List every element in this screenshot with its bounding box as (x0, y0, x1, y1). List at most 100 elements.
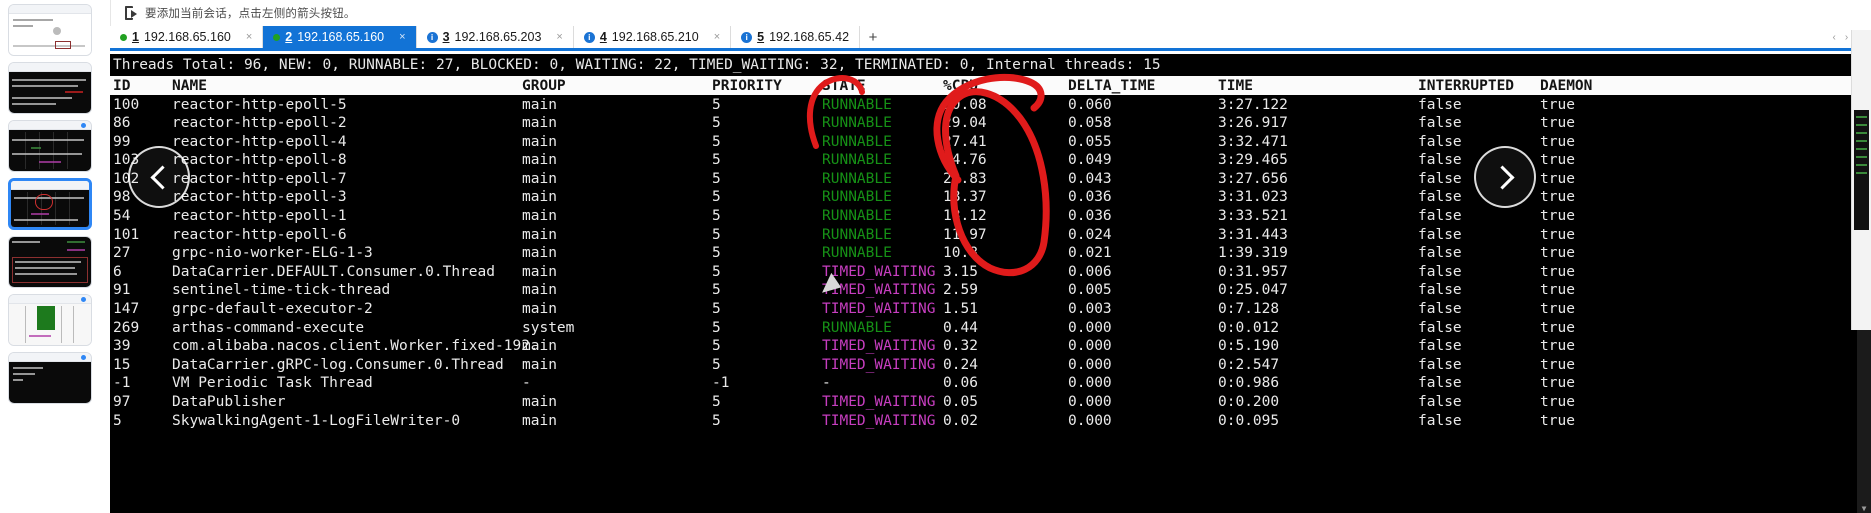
thread-daemon: true (1540, 375, 1575, 392)
thread-daemon: true (1540, 96, 1575, 113)
thumbnail-line (12, 241, 40, 243)
table-row: 102 reactor-http-epoll-7 main 5 RUNNABLE 21.8… (110, 170, 1857, 189)
thread-cpu: 18.12 (943, 208, 987, 225)
thread-priority: 5 (712, 356, 721, 373)
thread-group: main (522, 96, 557, 113)
thread-name: reactor-http-epoll-3 (172, 189, 347, 206)
table-row: 86 reactor-http-epoll-2 main 5 RUNNABLE 29.04… (110, 114, 1857, 133)
thumbnail-6[interactable] (8, 294, 92, 346)
thumbnail-preview (11, 181, 89, 227)
table-row: 15 DataCarrier.gRPC-log.Consumer.0.Thread… (110, 356, 1857, 375)
thread-state: TIMED_WAITING (822, 412, 936, 429)
thread-cpu: 24.76 (943, 152, 987, 169)
chevron-left-icon[interactable]: ‹ (1832, 32, 1835, 43)
thread-daemon: true (1540, 319, 1575, 336)
thread-time: 3:33.521 (1218, 208, 1288, 225)
thread-daemon: true (1540, 338, 1575, 355)
tab-1[interactable]: 1 192.168.65.160 × (110, 26, 264, 48)
scroll-down-icon[interactable]: ▼ (1857, 500, 1871, 513)
tab-4[interactable]: i 4 192.168.65.210 × (573, 26, 732, 48)
thread-priority: 5 (712, 263, 721, 280)
thread-priority: 5 (712, 301, 721, 318)
thumbnail-2[interactable] (8, 62, 92, 114)
thumbnail-5[interactable] (8, 236, 92, 288)
green-dot-icon (273, 33, 281, 41)
thumbnail-3[interactable] (8, 120, 92, 172)
chevron-right-icon[interactable]: › (1845, 32, 1848, 43)
thread-delta-time: 0.000 (1068, 394, 1112, 410)
tab-3[interactable]: i 3 192.168.65.203 × (416, 26, 574, 48)
thread-time: 0:0.095 (1218, 412, 1280, 429)
thread-id: -1 (113, 375, 131, 392)
thread-id: 147 (113, 301, 140, 318)
thumbnail-line (15, 261, 81, 263)
thread-name: reactor-http-epoll-4 (172, 133, 347, 150)
thumbnail-4[interactable] (8, 178, 92, 230)
thread-daemon: true (1540, 133, 1575, 150)
table-row: 27 grpc-nio-worker-ELG-1-3 main 5 RUNNABLE 10… (110, 244, 1857, 263)
previous-image-button[interactable] (128, 146, 190, 208)
thumbnail-line (13, 373, 35, 375)
thread-time: 3:27.122 (1218, 96, 1288, 113)
thread-interrupted: false (1418, 301, 1462, 318)
tab-index: 4 (599, 30, 607, 44)
session-notice-text: 要添加当前会话，点击左侧的箭头按钮。 (145, 8, 356, 20)
thread-group: main (522, 338, 557, 355)
thumbnail-rail[interactable] (0, 0, 100, 513)
thread-state: - (822, 375, 831, 392)
thumbnail-header-bar (9, 5, 91, 14)
thread-priority: 5 (712, 152, 721, 169)
close-icon[interactable]: × (714, 31, 720, 43)
thumbnail-preview (9, 295, 91, 345)
session-tab-strip[interactable]: 1 192.168.65.160 × 2 192.168.65.160 × i … (110, 26, 1871, 51)
close-icon[interactable]: × (399, 31, 405, 43)
thread-id: 269 (113, 319, 140, 336)
tab-label: 192.168.65.210 (611, 30, 699, 44)
tab-index: 3 (442, 30, 450, 44)
thread-id: 5 (113, 412, 122, 429)
thread-id: 91 (113, 282, 131, 299)
thread-priority: 5 (712, 394, 721, 410)
thumbnail-line (13, 367, 43, 369)
thread-delta-time: 0.036 (1068, 189, 1112, 206)
thread-daemon: true (1540, 394, 1575, 410)
right-sidebar-strip (1851, 30, 1871, 330)
thumbnail-preview (9, 63, 91, 113)
column-header-time: TIME (1218, 77, 1253, 94)
thread-state: RUNNABLE (822, 189, 892, 206)
tab-strip-spacer (886, 26, 1825, 48)
thumbnail-line (14, 219, 78, 221)
thread-daemon: true (1540, 356, 1575, 373)
table-row: 54 reactor-http-epoll-1 main 5 RUNNABLE 18.12… (110, 207, 1857, 226)
thread-priority: 5 (712, 412, 721, 429)
thumbnail-annotation (35, 194, 53, 210)
table-row: 6 DataCarrier.DEFAULT.Consumer.0.Thread ma… (110, 263, 1857, 282)
thread-priority: -1 (712, 375, 730, 392)
gallery-viewer: 要添加当前会话，点击左侧的箭头按钮。 1 192.168.65.160 × 2 … (0, 0, 1871, 513)
thread-time: 0:2.547 (1218, 356, 1280, 373)
thread-priority: 5 (712, 245, 721, 262)
close-icon[interactable]: × (556, 31, 562, 43)
close-icon[interactable]: × (246, 31, 252, 43)
thread-name: reactor-http-epoll-7 (172, 170, 347, 187)
thread-daemon: true (1540, 245, 1575, 262)
table-header-row: ID NAME GROUP PRIORITY STATE %CPU DELTA_… (110, 76, 1857, 96)
thread-id: 97 (113, 394, 131, 410)
thread-interrupted: false (1418, 96, 1462, 113)
thumbnail-7[interactable] (8, 352, 92, 404)
thread-time: 3:31.023 (1218, 189, 1288, 206)
thread-group: main (522, 152, 557, 169)
terminal-pane[interactable]: Threads Total: 96, NEW: 0, RUNNABLE: 27,… (110, 54, 1871, 513)
terminal-content: Threads Total: 96, NEW: 0, RUNNABLE: 27,… (110, 54, 1857, 513)
thread-time: 1:39.319 (1218, 245, 1288, 262)
tab-5[interactable]: i 5 192.168.65.42 (731, 26, 861, 48)
threads-summary-line: Threads Total: 96, NEW: 0, RUNNABLE: 27,… (110, 54, 1857, 77)
thumbnail-1[interactable] (8, 4, 92, 56)
thread-delta-time: 0.055 (1068, 133, 1112, 150)
thread-state: RUNNABLE (822, 152, 892, 169)
thread-time: 3:31.443 (1218, 226, 1288, 243)
add-tab-button[interactable]: + (860, 26, 887, 48)
table-row: 91 sentinel-time-tick-thread main 5 TIMED_WA… (110, 281, 1857, 300)
next-image-button[interactable] (1474, 146, 1536, 208)
tab-2[interactable]: 2 192.168.65.160 × (263, 26, 417, 48)
